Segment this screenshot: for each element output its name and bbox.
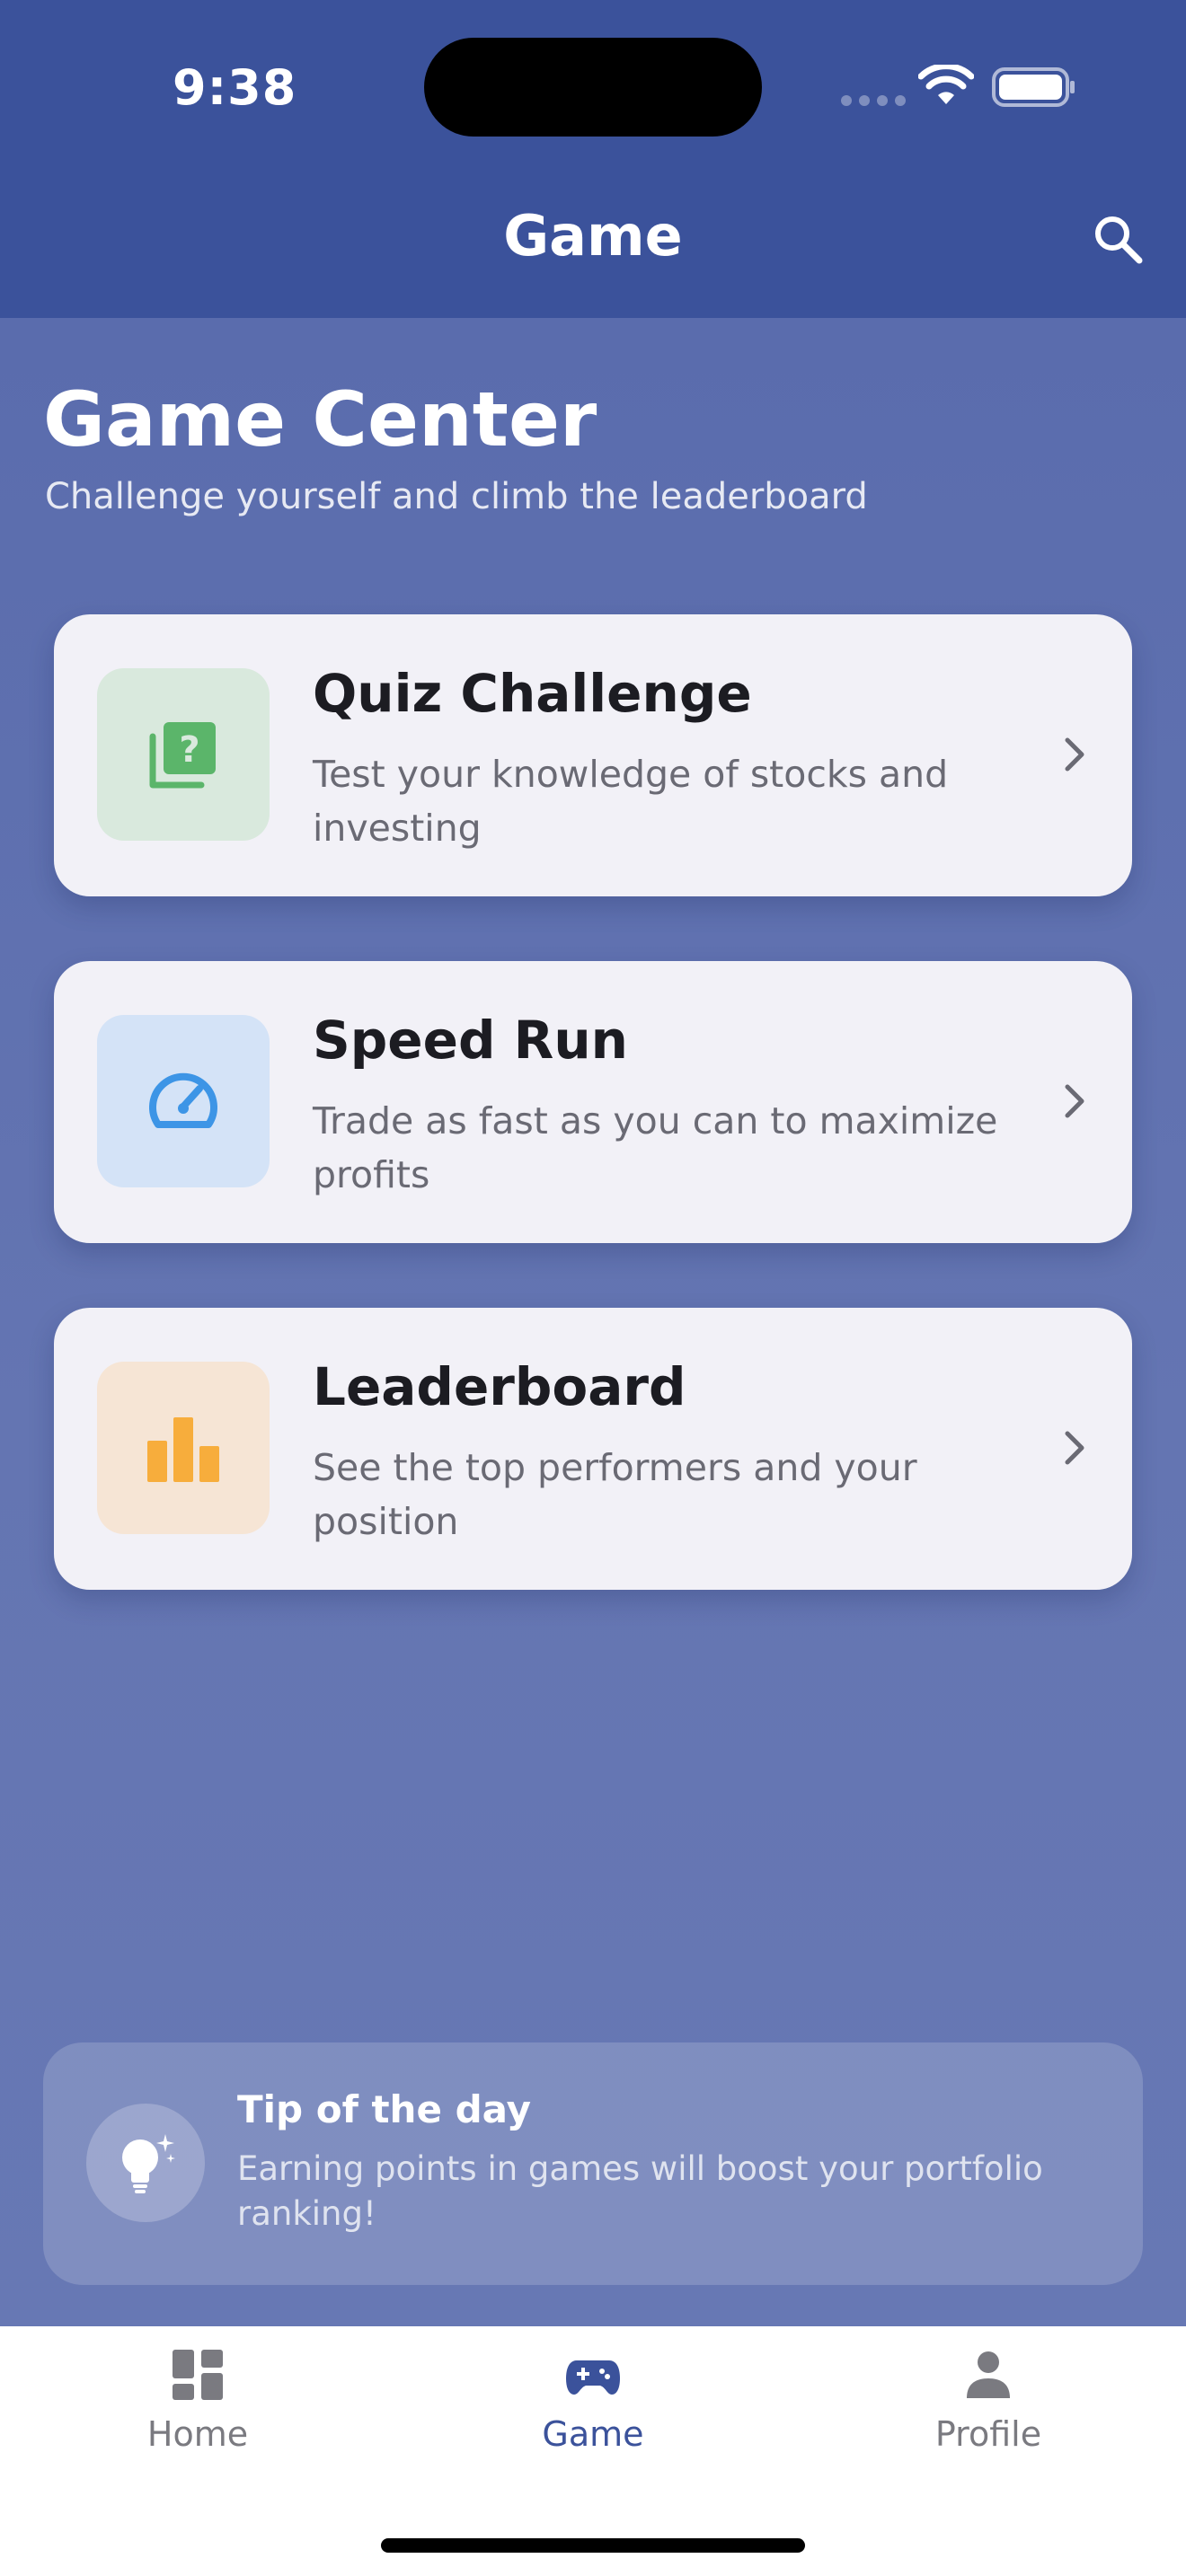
page-subtitle: Challenge yourself and climb the leaderb… <box>45 476 868 517</box>
chevron-right-icon <box>1065 1084 1084 1118</box>
speed-run-card[interactable]: Speed Run Trade as fast as you can to ma… <box>54 961 1132 1243</box>
chevron-right-icon <box>1065 1431 1084 1465</box>
gamepad-icon <box>566 2360 620 2395</box>
tab-label: Profile <box>934 2414 1042 2454</box>
card-description: Trade as fast as you can to maximize pro… <box>313 1099 998 1196</box>
card-description: Test your knowledge of stocks and invest… <box>313 753 949 850</box>
tip-of-the-day-card: Tip of the day Earning points in games w… <box>43 2042 1143 2285</box>
tab-game[interactable]: Game <box>458 2348 728 2492</box>
page-title: Game Center <box>43 375 597 463</box>
tab-label: Game <box>542 2414 644 2454</box>
app-header: 9:38 Game <box>0 0 1186 318</box>
nav-title: Game <box>503 203 683 269</box>
svg-text:?: ? <box>179 729 199 771</box>
tip-text: Earning points in games will boost your … <box>237 2149 1043 2233</box>
battery-icon <box>992 67 1075 107</box>
home-indicator <box>381 2538 805 2553</box>
person-icon <box>967 2351 1010 2398</box>
tab-profile[interactable]: Profile <box>854 2348 1123 2492</box>
quiz-challenge-card[interactable]: ? Quiz Challenge Test your knowledge of … <box>54 614 1132 896</box>
quiz-icon: ? <box>97 668 270 841</box>
wifi-icon <box>918 65 974 104</box>
card-title: Quiz Challenge <box>313 663 752 724</box>
bar-chart-icon <box>97 1362 270 1534</box>
leaderboard-card[interactable]: Leaderboard See the top performers and y… <box>54 1308 1132 1590</box>
dashboard-icon <box>173 2350 223 2400</box>
card-title: Leaderboard <box>313 1356 686 1417</box>
cellular-signal-icon <box>841 95 906 106</box>
card-description: See the top performers and your position <box>313 1446 917 1543</box>
game-center-content: Game Center Challenge yourself and climb… <box>0 318 1186 2326</box>
status-time: 9:38 <box>173 59 297 116</box>
lightbulb-icon <box>86 2104 205 2222</box>
chevron-right-icon <box>1065 737 1084 772</box>
search-icon[interactable] <box>1091 212 1145 266</box>
tab-label: Home <box>146 2414 249 2454</box>
speedometer-icon <box>97 1015 270 1187</box>
dynamic-island <box>424 38 762 137</box>
tab-home[interactable]: Home <box>63 2348 332 2492</box>
card-title: Speed Run <box>313 1010 628 1071</box>
tip-title: Tip of the day <box>237 2087 532 2131</box>
